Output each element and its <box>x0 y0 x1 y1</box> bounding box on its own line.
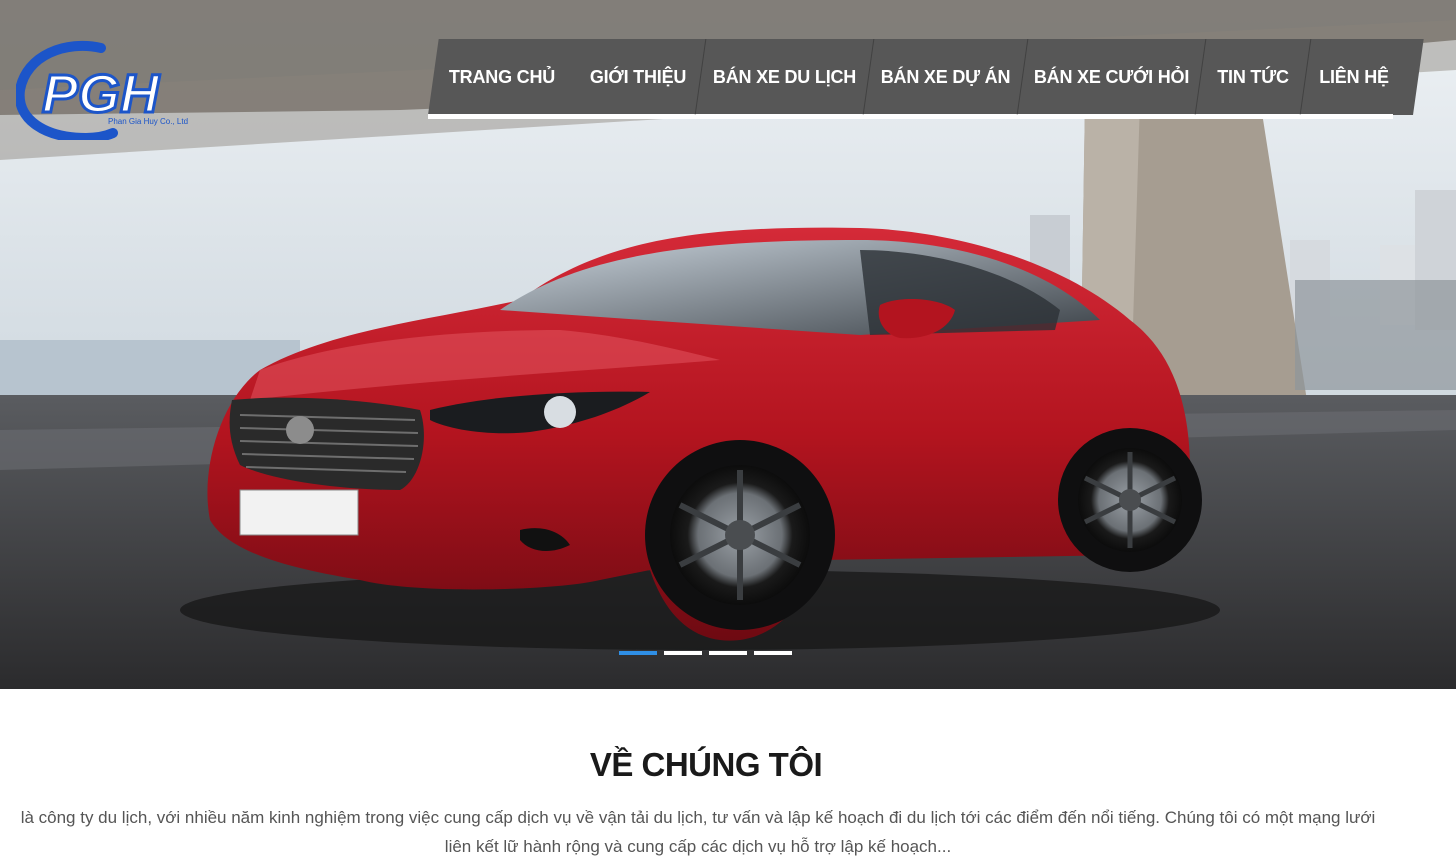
slider-dot-4[interactable] <box>754 651 792 655</box>
nav-item-tourist-cars[interactable]: BÁN XE DU LỊCH <box>701 39 868 115</box>
hero-slider[interactable]: PGH Phan Gia Huy Co., Ltd TRANG CHỦ GIỚI… <box>0 0 1456 689</box>
nav-item-contact[interactable]: LIÊN HỆ <box>1306 39 1402 115</box>
nav-item-project-cars[interactable]: BÁN XE DỰ ÁN <box>869 39 1022 115</box>
slider-pagination <box>619 651 792 655</box>
svg-text:Phan Gia Huy Co., Ltd: Phan Gia Huy Co., Ltd <box>108 117 188 126</box>
nav-item-about[interactable]: GIỚI THIỆU <box>576 39 700 115</box>
about-description: là công ty du lịch, với nhiều năm kinh n… <box>20 808 1376 856</box>
svg-text:PGH: PGH <box>42 64 160 124</box>
pgh-logo[interactable]: PGH Phan Gia Huy Co., Ltd <box>14 40 216 144</box>
nav-item-wedding-cars[interactable]: BÁN XE CƯỚI HỎI <box>1023 39 1200 115</box>
main-nav: TRANG CHỦ GIỚI THIỆU BÁN XE DU LỊCH BÁN … <box>428 39 1402 119</box>
nav-item-home[interactable]: TRANG CHỦ <box>428 39 576 115</box>
slider-dot-3[interactable] <box>709 651 747 655</box>
slider-dot-1[interactable] <box>619 651 657 655</box>
slider-dot-2[interactable] <box>664 651 702 655</box>
about-title: VỀ CHÚNG TÔI <box>589 746 823 783</box>
logo-mark: PGH Phan Gia Huy Co., Ltd <box>14 40 188 144</box>
nav-item-news[interactable]: TIN TỨC <box>1201 39 1305 115</box>
